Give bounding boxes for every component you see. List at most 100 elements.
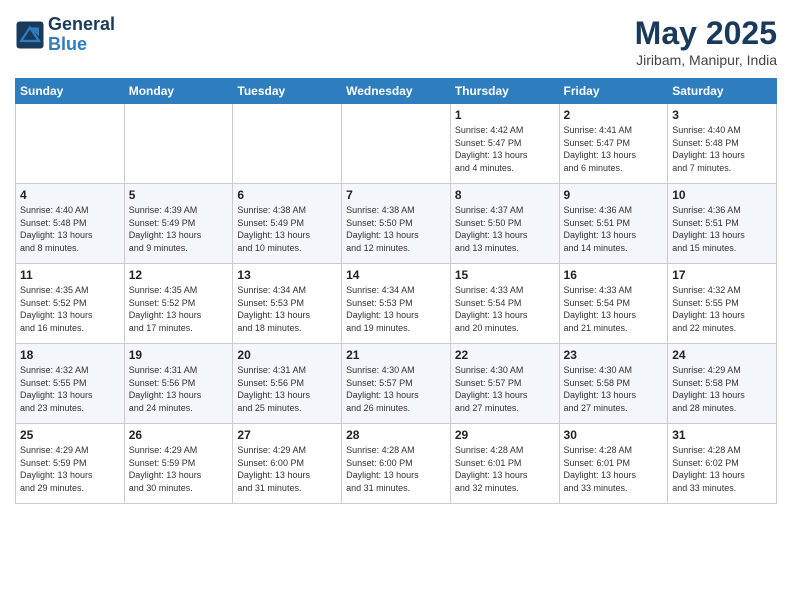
day-info: Sunrise: 4:41 AM Sunset: 5:47 PM Dayligh… [564, 124, 664, 174]
day-info: Sunrise: 4:28 AM Sunset: 6:01 PM Dayligh… [564, 444, 664, 494]
day-info: Sunrise: 4:28 AM Sunset: 6:01 PM Dayligh… [455, 444, 555, 494]
day-info: Sunrise: 4:29 AM Sunset: 5:58 PM Dayligh… [672, 364, 772, 414]
title-block: May 2025 Jiribam, Manipur, India [635, 15, 777, 68]
calendar-cell: 9 Sunrise: 4:36 AM Sunset: 5:51 PM Daylig… [559, 184, 668, 264]
day-number: 27 [237, 428, 337, 442]
calendar-week-row: 11 Sunrise: 4:35 AM Sunset: 5:52 PM Dayli… [16, 264, 777, 344]
calendar-cell: 5 Sunrise: 4:39 AM Sunset: 5:49 PM Daylig… [124, 184, 233, 264]
day-header-saturday: Saturday [668, 79, 777, 104]
day-number: 2 [564, 108, 664, 122]
calendar-week-row: 18 Sunrise: 4:32 AM Sunset: 5:55 PM Dayli… [16, 344, 777, 424]
logo-text: General Blue [48, 15, 115, 55]
day-info: Sunrise: 4:29 AM Sunset: 6:00 PM Dayligh… [237, 444, 337, 494]
day-number: 5 [129, 188, 229, 202]
days-header-row: SundayMondayTuesdayWednesdayThursdayFrid… [16, 79, 777, 104]
day-info: Sunrise: 4:38 AM Sunset: 5:49 PM Dayligh… [237, 204, 337, 254]
day-number: 14 [346, 268, 446, 282]
day-number: 15 [455, 268, 555, 282]
day-info: Sunrise: 4:32 AM Sunset: 5:55 PM Dayligh… [20, 364, 120, 414]
day-info: Sunrise: 4:29 AM Sunset: 5:59 PM Dayligh… [129, 444, 229, 494]
day-info: Sunrise: 4:40 AM Sunset: 5:48 PM Dayligh… [672, 124, 772, 174]
calendar-table: SundayMondayTuesdayWednesdayThursdayFrid… [15, 78, 777, 504]
calendar-week-row: 4 Sunrise: 4:40 AM Sunset: 5:48 PM Daylig… [16, 184, 777, 264]
calendar-cell: 3Sunrise: 4:40 AM Sunset: 5:48 PM Daylig… [668, 104, 777, 184]
day-number: 1 [455, 108, 555, 122]
day-info: Sunrise: 4:29 AM Sunset: 5:59 PM Dayligh… [20, 444, 120, 494]
calendar-cell: 26 Sunrise: 4:29 AM Sunset: 5:59 PM Dayli… [124, 424, 233, 504]
day-header-monday: Monday [124, 79, 233, 104]
day-number: 23 [564, 348, 664, 362]
day-number: 12 [129, 268, 229, 282]
calendar-cell: 4 Sunrise: 4:40 AM Sunset: 5:48 PM Daylig… [16, 184, 125, 264]
calendar-cell: 11 Sunrise: 4:35 AM Sunset: 5:52 PM Dayli… [16, 264, 125, 344]
day-info: Sunrise: 4:40 AM Sunset: 5:48 PM Dayligh… [20, 204, 120, 254]
calendar-cell: 15 Sunrise: 4:33 AM Sunset: 5:54 PM Dayli… [450, 264, 559, 344]
calendar-cell: 12 Sunrise: 4:35 AM Sunset: 5:52 PM Dayli… [124, 264, 233, 344]
calendar-cell [124, 104, 233, 184]
day-number: 6 [237, 188, 337, 202]
day-number: 29 [455, 428, 555, 442]
calendar-cell: 29 Sunrise: 4:28 AM Sunset: 6:01 PM Dayli… [450, 424, 559, 504]
day-number: 18 [20, 348, 120, 362]
day-number: 30 [564, 428, 664, 442]
calendar-cell: 1Sunrise: 4:42 AM Sunset: 5:47 PM Daylig… [450, 104, 559, 184]
day-number: 31 [672, 428, 772, 442]
day-number: 20 [237, 348, 337, 362]
day-header-sunday: Sunday [16, 79, 125, 104]
day-number: 7 [346, 188, 446, 202]
calendar-cell: 16Sunrise: 4:33 AM Sunset: 5:54 PM Dayli… [559, 264, 668, 344]
calendar-cell: 20 Sunrise: 4:31 AM Sunset: 5:56 PM Dayli… [233, 344, 342, 424]
day-number: 16 [564, 268, 664, 282]
calendar-cell [342, 104, 451, 184]
day-number: 25 [20, 428, 120, 442]
calendar-cell: 28Sunrise: 4:28 AM Sunset: 6:00 PM Dayli… [342, 424, 451, 504]
calendar-cell: 25 Sunrise: 4:29 AM Sunset: 5:59 PM Dayli… [16, 424, 125, 504]
day-info: Sunrise: 4:34 AM Sunset: 5:53 PM Dayligh… [237, 284, 337, 334]
day-info: Sunrise: 4:31 AM Sunset: 5:56 PM Dayligh… [237, 364, 337, 414]
calendar-cell: 24 Sunrise: 4:29 AM Sunset: 5:58 PM Dayli… [668, 344, 777, 424]
calendar-cell: 27 Sunrise: 4:29 AM Sunset: 6:00 PM Dayli… [233, 424, 342, 504]
day-number: 24 [672, 348, 772, 362]
day-info: Sunrise: 4:34 AM Sunset: 5:53 PM Dayligh… [346, 284, 446, 334]
logo-line1: General [48, 15, 115, 35]
day-number: 8 [455, 188, 555, 202]
day-info: Sunrise: 4:28 AM Sunset: 6:00 PM Dayligh… [346, 444, 446, 494]
page-header: General Blue May 2025 Jiribam, Manipur, … [15, 15, 777, 68]
day-number: 4 [20, 188, 120, 202]
day-number: 21 [346, 348, 446, 362]
day-info: Sunrise: 4:28 AM Sunset: 6:02 PM Dayligh… [672, 444, 772, 494]
day-info: Sunrise: 4:35 AM Sunset: 5:52 PM Dayligh… [20, 284, 120, 334]
calendar-cell: 30 Sunrise: 4:28 AM Sunset: 6:01 PM Dayli… [559, 424, 668, 504]
day-number: 26 [129, 428, 229, 442]
day-number: 17 [672, 268, 772, 282]
day-info: Sunrise: 4:36 AM Sunset: 5:51 PM Dayligh… [672, 204, 772, 254]
calendar-cell [16, 104, 125, 184]
calendar-cell: 23 Sunrise: 4:30 AM Sunset: 5:58 PM Dayli… [559, 344, 668, 424]
day-header-tuesday: Tuesday [233, 79, 342, 104]
day-number: 11 [20, 268, 120, 282]
day-info: Sunrise: 4:32 AM Sunset: 5:55 PM Dayligh… [672, 284, 772, 334]
day-info: Sunrise: 4:30 AM Sunset: 5:57 PM Dayligh… [455, 364, 555, 414]
day-info: Sunrise: 4:38 AM Sunset: 5:50 PM Dayligh… [346, 204, 446, 254]
day-number: 13 [237, 268, 337, 282]
calendar-cell: 22Sunrise: 4:30 AM Sunset: 5:57 PM Dayli… [450, 344, 559, 424]
location-subtitle: Jiribam, Manipur, India [635, 52, 777, 68]
day-info: Sunrise: 4:30 AM Sunset: 5:58 PM Dayligh… [564, 364, 664, 414]
day-info: Sunrise: 4:30 AM Sunset: 5:57 PM Dayligh… [346, 364, 446, 414]
calendar-cell: 10Sunrise: 4:36 AM Sunset: 5:51 PM Dayli… [668, 184, 777, 264]
day-info: Sunrise: 4:31 AM Sunset: 5:56 PM Dayligh… [129, 364, 229, 414]
calendar-cell: 13 Sunrise: 4:34 AM Sunset: 5:53 PM Dayli… [233, 264, 342, 344]
day-info: Sunrise: 4:33 AM Sunset: 5:54 PM Dayligh… [455, 284, 555, 334]
calendar-cell: 19Sunrise: 4:31 AM Sunset: 5:56 PM Dayli… [124, 344, 233, 424]
calendar-cell: 18 Sunrise: 4:32 AM Sunset: 5:55 PM Dayli… [16, 344, 125, 424]
logo: General Blue [15, 15, 115, 55]
logo-icon [15, 20, 45, 50]
day-info: Sunrise: 4:36 AM Sunset: 5:51 PM Dayligh… [564, 204, 664, 254]
calendar-cell: 31 Sunrise: 4:28 AM Sunset: 6:02 PM Dayli… [668, 424, 777, 504]
day-info: Sunrise: 4:39 AM Sunset: 5:49 PM Dayligh… [129, 204, 229, 254]
day-info: Sunrise: 4:35 AM Sunset: 5:52 PM Dayligh… [129, 284, 229, 334]
month-title: May 2025 [635, 15, 777, 52]
calendar-cell: 21 Sunrise: 4:30 AM Sunset: 5:57 PM Dayli… [342, 344, 451, 424]
calendar-cell [233, 104, 342, 184]
day-number: 9 [564, 188, 664, 202]
